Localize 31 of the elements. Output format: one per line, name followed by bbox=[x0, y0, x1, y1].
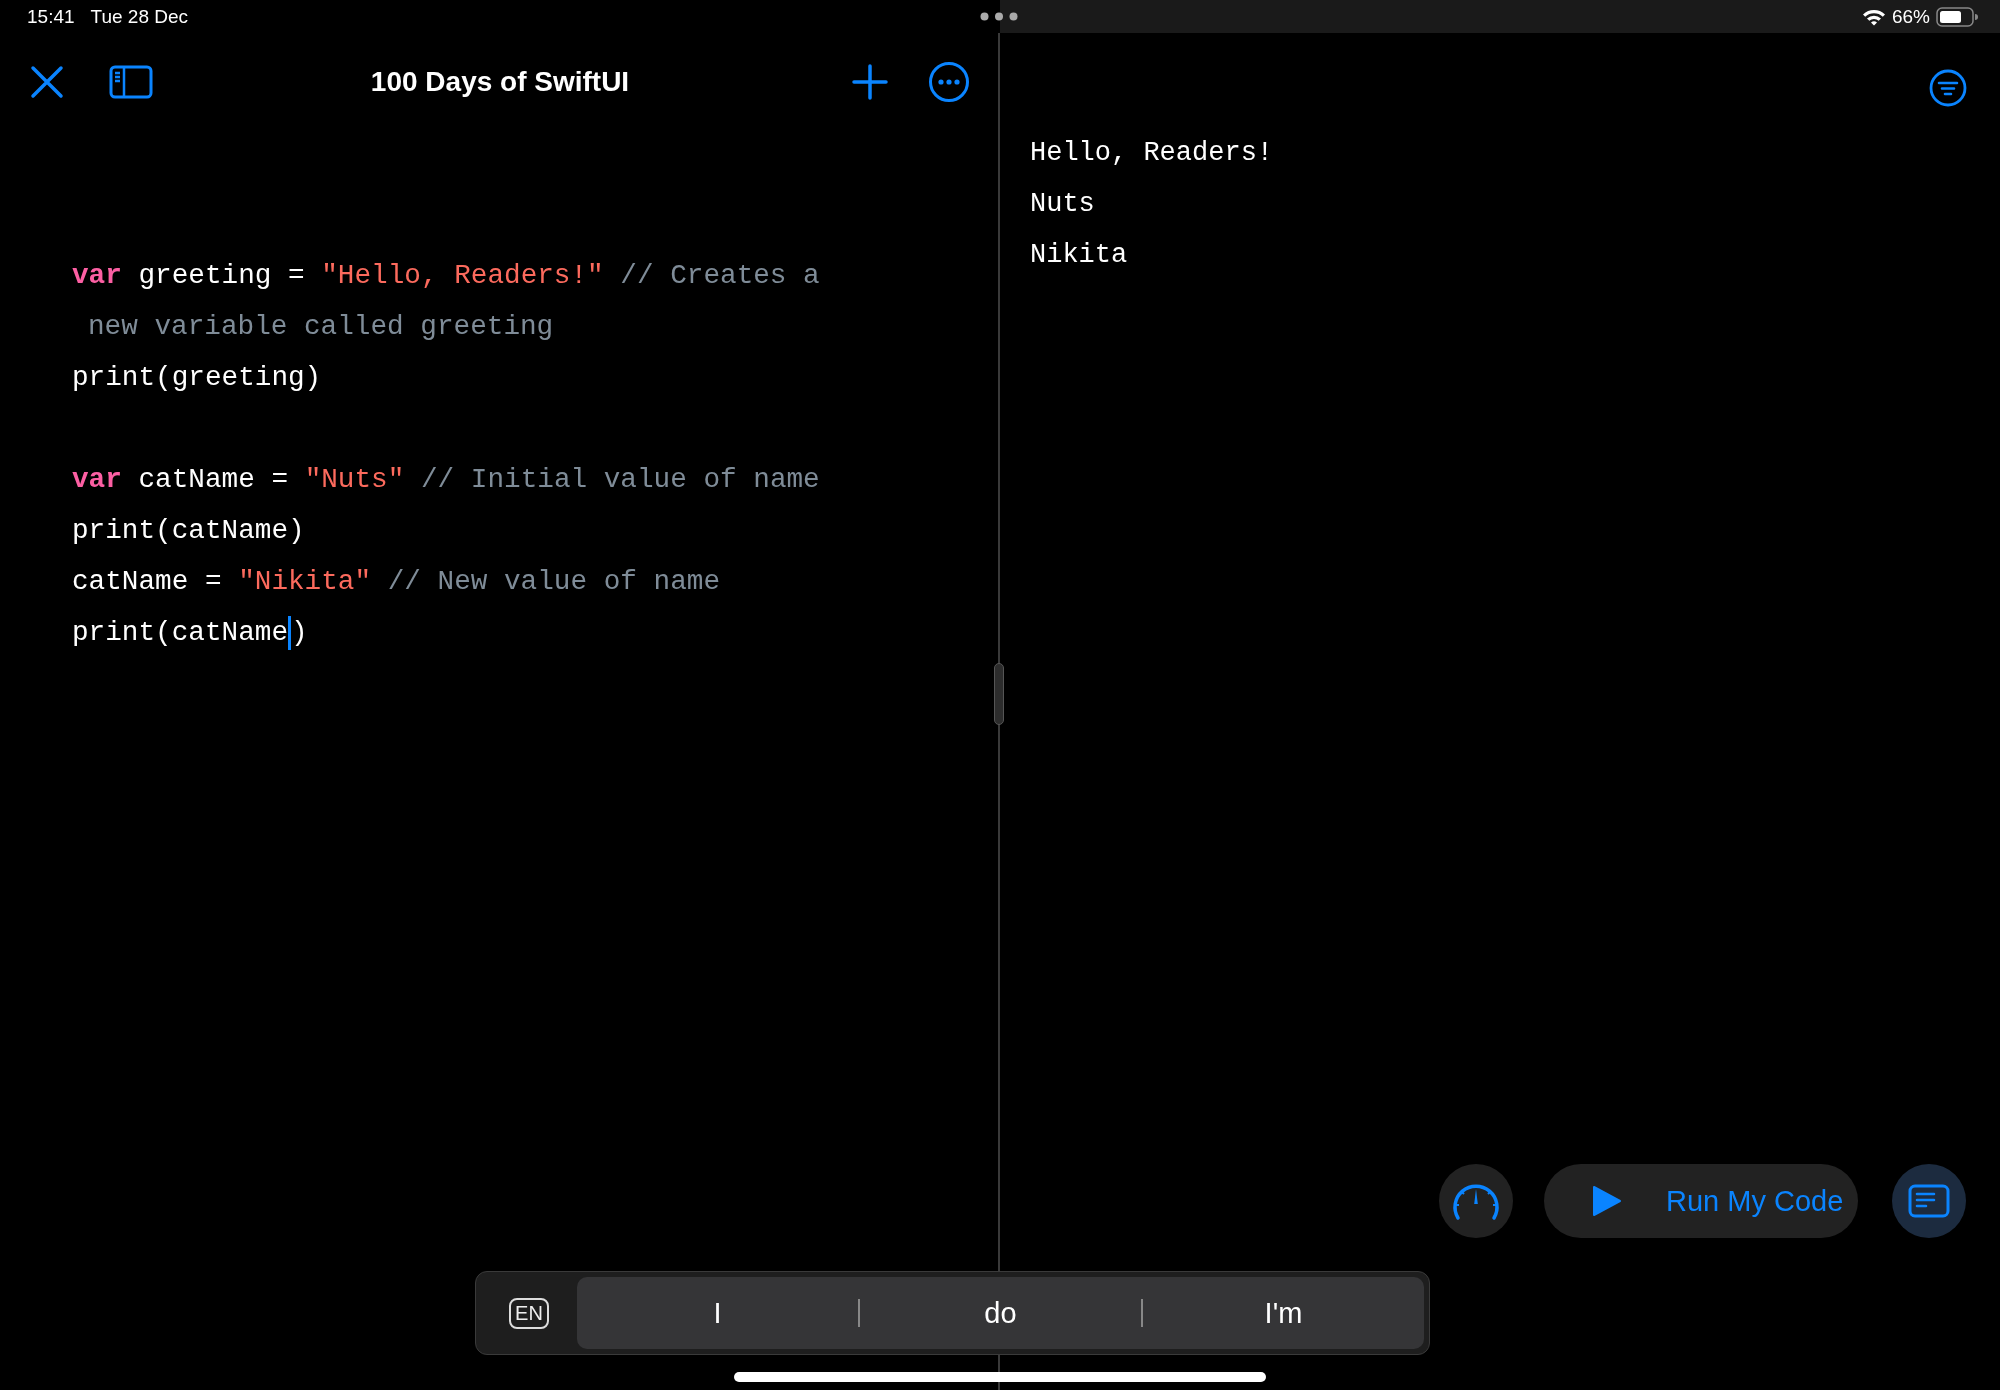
text-cursor bbox=[288, 615, 291, 650]
output-line: Nuts bbox=[1030, 188, 1096, 221]
code-line: print(catName) bbox=[72, 514, 306, 548]
add-icon[interactable] bbox=[852, 63, 888, 100]
more-options-icon[interactable] bbox=[928, 60, 970, 103]
document-text-icon bbox=[1908, 1184, 1950, 1218]
word-suggestion[interactable]: do bbox=[860, 1296, 1141, 1330]
play-icon bbox=[1592, 1185, 1622, 1217]
battery-percentage: 66% bbox=[1891, 5, 1930, 28]
filter-icon[interactable] bbox=[1929, 68, 1967, 107]
code-line: var catName = "Nuts" // Initial value of name bbox=[72, 463, 821, 497]
battery-icon bbox=[1936, 6, 1978, 27]
language-key[interactable]: EN bbox=[509, 1297, 549, 1329]
sidebar-icon[interactable] bbox=[109, 64, 153, 99]
status-date: Tue 28 Dec bbox=[90, 5, 189, 28]
code-line: print(greeting) bbox=[72, 361, 323, 395]
word-suggestion[interactable]: I'm bbox=[1143, 1296, 1424, 1330]
split-view-handle[interactable] bbox=[994, 663, 1004, 725]
output-line: Nikita bbox=[1030, 239, 1129, 272]
run-button[interactable]: Run My Code bbox=[1544, 1164, 1858, 1238]
code-line: new variable called greeting bbox=[87, 310, 555, 344]
wifi-icon bbox=[1861, 7, 1886, 26]
word-suggestion[interactable]: I bbox=[577, 1296, 858, 1330]
code-line: catName = "Nikita" // New value of name bbox=[72, 565, 721, 599]
close-icon[interactable] bbox=[30, 64, 64, 99]
code-line: var greeting = "Hello, Readers!" // Creates a bbox=[72, 259, 821, 293]
output-line: Hello, Readers! bbox=[1030, 137, 1275, 170]
document-title: 100 Days of SwiftUI bbox=[370, 65, 630, 98]
status-time: 15:41 bbox=[27, 5, 75, 28]
code-line: print(catName) bbox=[72, 614, 309, 652]
multitasking-dots-icon[interactable] bbox=[980, 12, 1018, 21]
